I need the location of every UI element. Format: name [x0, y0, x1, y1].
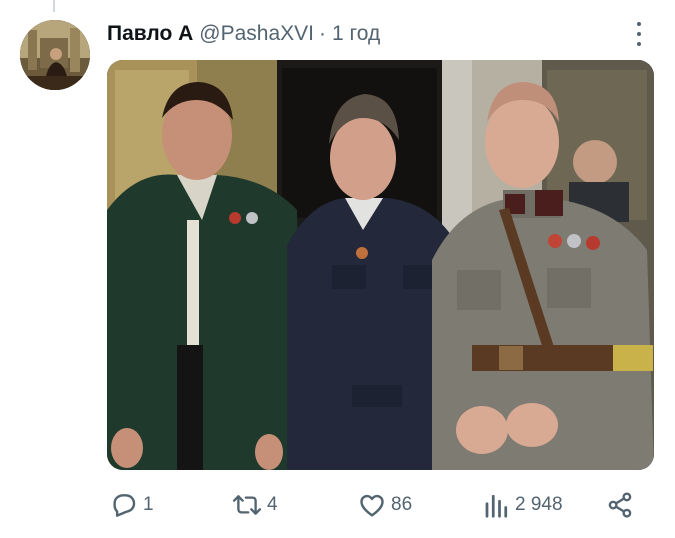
author-name[interactable]: Павло А — [107, 22, 193, 46]
views-button[interactable]: 2 948 — [483, 488, 563, 522]
author-handle[interactable]: @PashaXVI — [199, 22, 314, 46]
separator-dot: · — [319, 22, 327, 45]
retweet-count: 4 — [267, 494, 278, 515]
tweet-actions: 1 4 86 2 948 — [107, 488, 637, 522]
retweet-icon — [232, 495, 262, 515]
tweet-header: Павло А @PashaXVI · 1 год — [107, 20, 380, 48]
photo-image — [107, 60, 654, 470]
retweet-button[interactable]: 4 — [231, 488, 278, 522]
reply-icon — [113, 494, 136, 517]
thread-line — [53, 0, 55, 12]
reply-count: 1 — [143, 494, 154, 515]
avatar-image — [20, 20, 90, 90]
share-icon — [608, 492, 632, 518]
like-button[interactable]: 86 — [357, 488, 412, 522]
reply-button[interactable]: 1 — [109, 488, 154, 522]
tweet-timestamp[interactable]: 1 год — [332, 22, 380, 46]
like-count: 86 — [391, 494, 413, 515]
heart-icon — [360, 494, 384, 517]
views-chart-icon — [485, 494, 508, 518]
views-count: 2 948 — [515, 494, 563, 515]
more-vertical-icon[interactable] — [629, 22, 649, 46]
share-button[interactable] — [605, 488, 635, 522]
tweet-photo[interactable] — [107, 60, 654, 470]
avatar[interactable] — [20, 20, 90, 90]
